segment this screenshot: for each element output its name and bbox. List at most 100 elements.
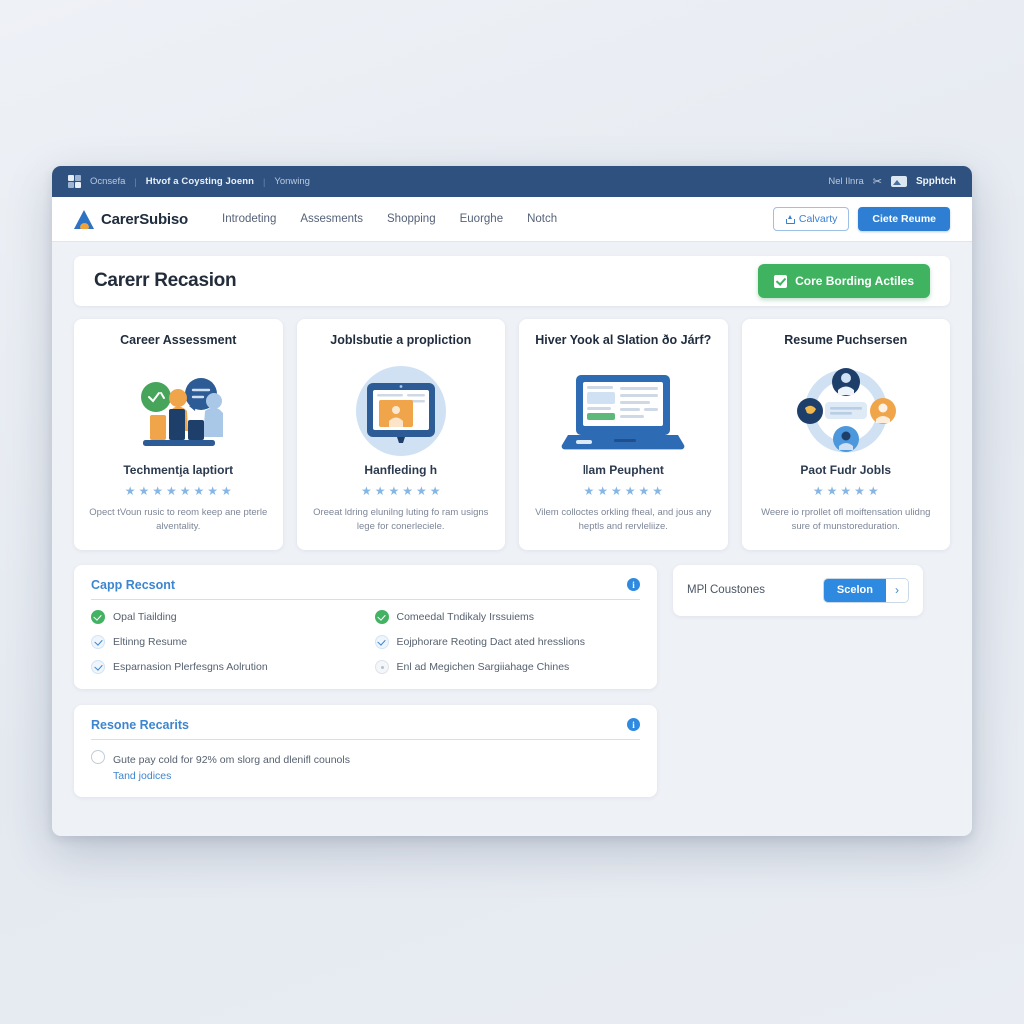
image-chip-icon[interactable] bbox=[891, 176, 907, 187]
breadcrumb-item-2[interactable]: Yonwing bbox=[274, 176, 310, 187]
network-avatars-icon bbox=[755, 363, 938, 459]
star-icon[interactable]: ★ bbox=[827, 485, 838, 497]
checklist-item[interactable]: Enl ad Megichen Sargiiahage Chines bbox=[374, 659, 641, 674]
card-subtitle: Hanfleding h bbox=[364, 463, 438, 477]
info-icon[interactable]: i bbox=[627, 718, 640, 731]
feature-card-row: Career Assessment Techmenti̧a laptiort ★… bbox=[74, 319, 950, 550]
feature-card[interactable]: Joblsbutie a propliction Hanfleding h ★ … bbox=[296, 319, 505, 550]
card-title: Career Assessment bbox=[120, 333, 237, 347]
tablet-screen-icon bbox=[310, 363, 493, 459]
nav-link-3[interactable]: Euorghe bbox=[460, 213, 503, 225]
checklist-item[interactable]: Eltinng Resume bbox=[91, 634, 357, 649]
pin-icon[interactable]: ✂ bbox=[873, 175, 882, 188]
checklist-item[interactable]: Esparnasion Plerfesgns Aolrution bbox=[91, 659, 357, 674]
card-description: Vilem colloctes orkling fheal, and jous … bbox=[535, 507, 712, 533]
radio-unchecked-icon[interactable] bbox=[91, 749, 105, 764]
star-rating: ★ ★ ★ ★ ★ bbox=[813, 485, 879, 497]
create-resume-button[interactable]: Ciete Reume bbox=[858, 207, 950, 231]
results-row[interactable]: Gute pay cold for 92% om slorg and dleni… bbox=[91, 749, 640, 782]
check-blue-icon bbox=[91, 634, 105, 649]
section-button[interactable]: Scelon bbox=[823, 578, 886, 602]
mountain-logo-icon bbox=[74, 209, 95, 229]
feature-card[interactable]: Hiver Yook al Slation ðo Járf? ǁam Peuph… bbox=[519, 319, 728, 550]
star-icon[interactable]: ★ bbox=[361, 485, 372, 497]
user-menu-label[interactable]: Spphtch bbox=[916, 176, 956, 187]
check-blue-icon bbox=[374, 634, 389, 649]
star-icon[interactable]: ★ bbox=[430, 485, 441, 497]
checklist-item-label: Eltinng Resume bbox=[113, 635, 188, 648]
side-panel-label: MPl Coustones bbox=[687, 584, 765, 596]
feature-card[interactable]: Career Assessment Techmenti̧a laptiort ★… bbox=[74, 319, 283, 550]
nav-link-4[interactable]: Notch bbox=[527, 213, 557, 225]
star-icon[interactable]: ★ bbox=[597, 485, 608, 497]
nav-link-0[interactable]: Introdeting bbox=[222, 213, 276, 225]
star-icon[interactable]: ★ bbox=[611, 485, 622, 497]
checklist-item-label: Esparnasion Plerfesgns Aolrution bbox=[113, 660, 268, 673]
checklist-item[interactable]: Eojphorare Reoting Dact ated hresslions bbox=[374, 634, 641, 649]
nav-link-1[interactable]: Assesments bbox=[300, 213, 363, 225]
upload-button[interactable]: Calvarty bbox=[772, 207, 850, 231]
star-rating: ★ ★ ★ ★ ★ ★ bbox=[583, 485, 663, 497]
results-panel: Resone Recarits i Gute pay cold for 92% … bbox=[74, 704, 657, 797]
upload-icon bbox=[785, 214, 795, 224]
side-panel: MPl Coustones Scelon › bbox=[673, 564, 923, 616]
chevron-right-icon[interactable]: › bbox=[886, 578, 908, 602]
star-icon[interactable]: ★ bbox=[652, 485, 663, 497]
people-bar-chart-icon bbox=[87, 363, 270, 459]
card-title: Joblsbutie a propliction bbox=[330, 333, 472, 347]
brand-name: CarerSubiso bbox=[101, 210, 188, 228]
star-icon[interactable]: ★ bbox=[221, 485, 232, 497]
breadcrumb-item-0[interactable]: Ocnsefa bbox=[90, 176, 125, 187]
core-boarding-button[interactable]: Core Bording Actiles bbox=[758, 264, 930, 298]
star-icon[interactable]: ★ bbox=[207, 485, 218, 497]
utility-topbar: Ocnsefa | Htvof a Coysting Joenn | Yonwi… bbox=[52, 166, 972, 197]
lower-row: Capp Recsont i Opal Tiailding Comeedal T… bbox=[74, 564, 950, 689]
checklist-panel-title: Capp Recsont bbox=[91, 577, 176, 592]
star-icon[interactable]: ★ bbox=[125, 485, 136, 497]
star-icon[interactable]: ★ bbox=[180, 485, 191, 497]
page-body: Carerr Recasion Core Bording Actiles Car… bbox=[52, 242, 972, 836]
star-icon[interactable]: ★ bbox=[152, 485, 163, 497]
breadcrumb-item-1[interactable]: Htvof a Coysting Joenn bbox=[146, 176, 254, 187]
card-subtitle: Paot Fudr Jobls bbox=[800, 463, 892, 477]
page-header: Carerr Recasion Core Bording Actiles bbox=[74, 256, 950, 306]
results-link[interactable]: Tand jodices bbox=[113, 770, 350, 782]
checklist-panel: Capp Recsont i Opal Tiailding Comeedal T… bbox=[74, 564, 657, 689]
star-icon[interactable]: ★ bbox=[194, 485, 205, 497]
checklist-grid: Opal Tiailding Comeedal Tndikaly Irssuie… bbox=[91, 609, 641, 674]
card-title: Hiver Yook al Slation ðo Járf? bbox=[535, 333, 712, 347]
star-icon[interactable]: ★ bbox=[375, 485, 386, 497]
topbar-right-group: Nel Ilnra ✂ Spphtch bbox=[828, 175, 956, 188]
star-icon[interactable]: ★ bbox=[868, 485, 879, 497]
checklist-item-label: Enl ad Megichen Sargiiahage Chines bbox=[396, 660, 570, 673]
star-icon[interactable]: ★ bbox=[138, 485, 149, 497]
star-icon[interactable]: ★ bbox=[854, 485, 865, 497]
topbar-status-label: Nel Ilnra bbox=[828, 176, 864, 187]
star-icon[interactable]: ★ bbox=[813, 485, 824, 497]
breadcrumb-separator: | bbox=[134, 176, 137, 187]
brand-logo[interactable]: CarerSubiso bbox=[74, 209, 188, 229]
screen-root: Ocnsefa | Htvof a Coysting Joenn | Yonwi… bbox=[0, 0, 1024, 1024]
star-icon[interactable]: ★ bbox=[166, 485, 177, 497]
star-icon[interactable]: ★ bbox=[416, 485, 427, 497]
checklist-item-label: Comeedal Tndikaly Irssuiems bbox=[396, 610, 535, 623]
check-blue-icon bbox=[91, 659, 105, 674]
main-navbar: CarerSubiso Introdeting Assesments Shopp… bbox=[52, 197, 972, 242]
star-icon[interactable]: ★ bbox=[402, 485, 413, 497]
check-green-icon bbox=[91, 609, 105, 624]
card-subtitle: Techmenti̧a laptiort bbox=[123, 463, 234, 477]
star-icon[interactable]: ★ bbox=[840, 485, 851, 497]
feature-card[interactable]: Resume Puchsersen Paot Fudr Jobls ★ ★ ★ … bbox=[741, 319, 950, 550]
star-icon[interactable]: ★ bbox=[388, 485, 399, 497]
results-panel-header: Resone Recarits i bbox=[91, 718, 640, 740]
checklist-item[interactable]: Comeedal Tndikaly Irssuiems bbox=[374, 609, 641, 624]
star-icon[interactable]: ★ bbox=[639, 485, 650, 497]
star-rating: ★ ★ ★ ★ ★ ★ ★ ★ bbox=[125, 485, 232, 497]
star-icon[interactable]: ★ bbox=[583, 485, 594, 497]
page-title: Carerr Recasion bbox=[94, 270, 237, 291]
info-icon[interactable]: i bbox=[627, 578, 640, 591]
star-icon[interactable]: ★ bbox=[625, 485, 636, 497]
nav-link-2[interactable]: Shopping bbox=[387, 213, 436, 225]
star-rating: ★ ★ ★ ★ ★ ★ bbox=[361, 485, 441, 497]
checklist-item[interactable]: Opal Tiailding bbox=[91, 609, 357, 624]
